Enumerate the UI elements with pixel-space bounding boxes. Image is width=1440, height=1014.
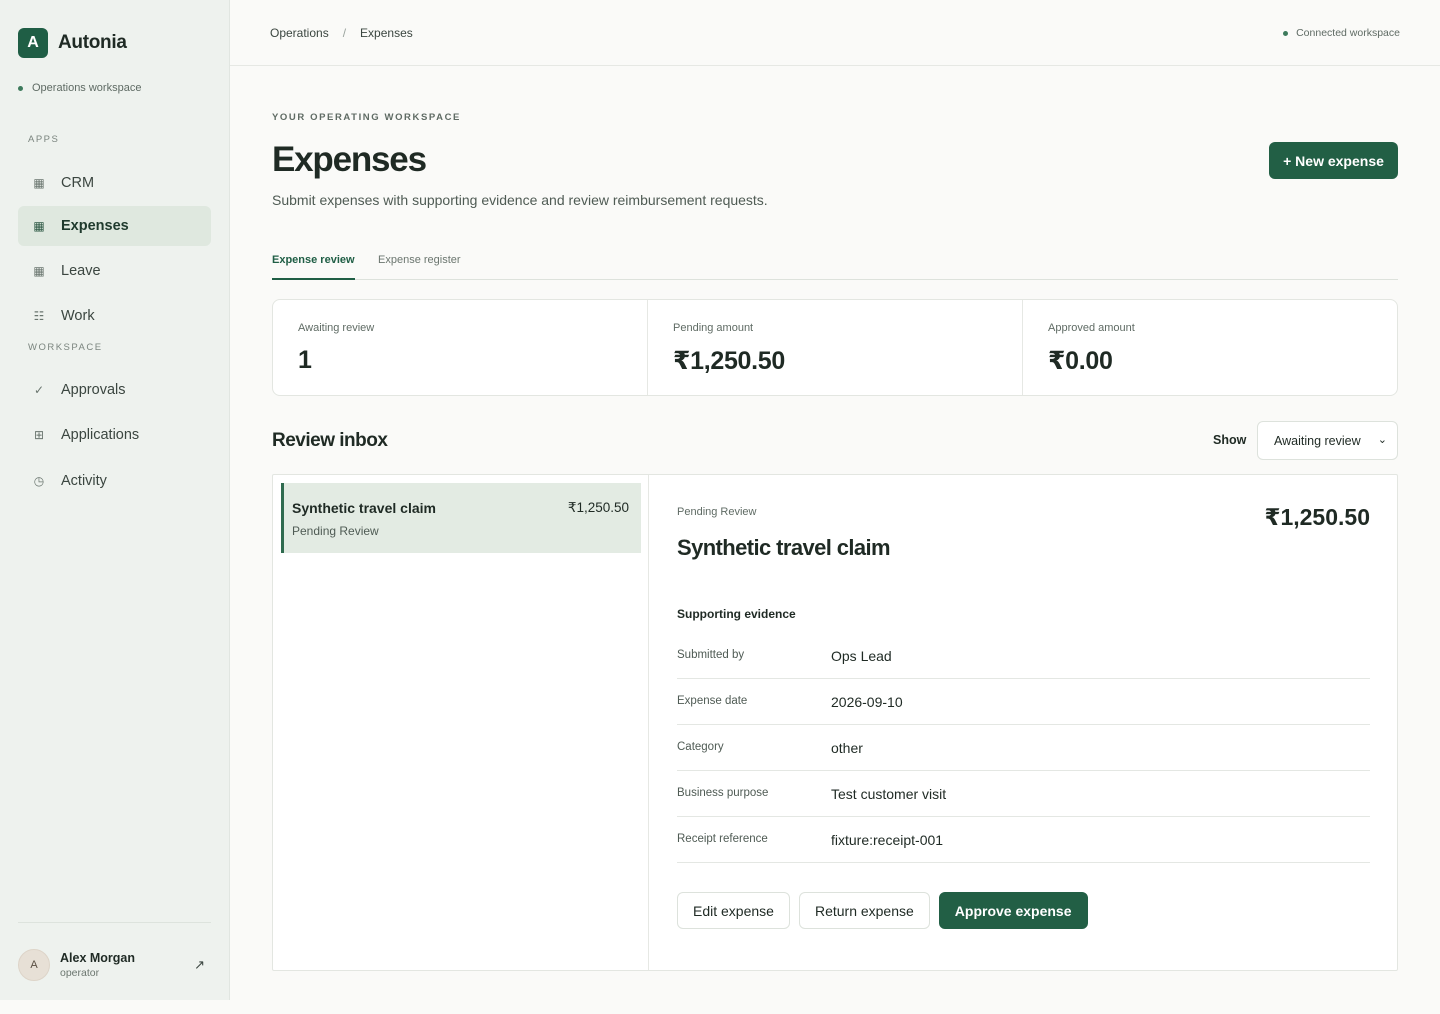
sidebar-item-label: Leave (61, 263, 101, 279)
stat-label: Approved amount (1048, 322, 1135, 334)
stats-summary: Awaiting review 1 Pending amount ₹1,250.… (272, 299, 1398, 396)
field-label: Submitted by (677, 649, 745, 661)
show-filter-select[interactable]: Awaiting review ⌄ (1257, 421, 1398, 460)
sidebar-item-expenses[interactable]: ▦ Expenses (18, 206, 211, 246)
review-inbox-panel: Synthetic travel claim ₹1,250.50 Pending… (272, 474, 1398, 971)
sidebar-item-activity[interactable]: ◷ Activity (18, 461, 211, 501)
page-subtitle: Submit expenses with supporting evidence… (272, 192, 768, 208)
sidebar-item-approvals[interactable]: ✓ Approvals (18, 370, 211, 410)
check-icon: ✓ (33, 383, 45, 397)
list-item-amount: ₹1,250.50 (567, 500, 629, 515)
workspace-indicator: Operations workspace (18, 82, 141, 94)
sidebar-item-label: Activity (61, 473, 107, 489)
user-profile[interactable]: A Alex Morgan operator ↗ (18, 948, 211, 982)
status-dot-icon (1283, 30, 1289, 36)
stat-value: 1 (298, 346, 312, 374)
detail-amount: ₹1,250.50 (1264, 504, 1370, 530)
stat-label: Pending amount (673, 322, 754, 334)
workspace-label: Operations workspace (32, 82, 142, 94)
field-category: Category other (677, 725, 1370, 771)
clock-icon: ◷ (33, 474, 45, 488)
page-eyebrow: YOUR OPERATING WORKSPACE (272, 112, 461, 123)
tab-bar: Expense review Expense register (272, 250, 1398, 280)
user-name: Alex Morgan (60, 951, 136, 965)
breadcrumb: Operations / Expenses (270, 26, 413, 40)
sidebar-item-work[interactable]: ☷ Work (18, 296, 211, 336)
review-inbox-title: Review inbox (272, 430, 388, 451)
connection-status-label: Connected workspace (1296, 27, 1400, 39)
apps-icon: ⊞ (33, 428, 45, 442)
show-filter-value: Awaiting review (1274, 433, 1361, 448)
list-item[interactable]: Synthetic travel claim ₹1,250.50 Pending… (281, 483, 641, 553)
status-dot-icon (18, 85, 23, 91)
connection-status: Connected workspace (1283, 27, 1400, 39)
grid-icon: ▦ (33, 176, 45, 190)
list-item-status: Pending Review (292, 524, 379, 538)
sidebar-item-label: Work (61, 308, 95, 324)
field-expense-date: Expense date 2026-09-10 (677, 679, 1370, 725)
page-title: Expenses (272, 140, 427, 179)
sidebar-item-label: Expenses (61, 218, 129, 234)
new-expense-button[interactable]: + New expense (1269, 142, 1398, 179)
detail-actions: Edit expense Return expense Approve expe… (677, 892, 1097, 929)
stat-label: Awaiting review (298, 322, 375, 334)
brand[interactable]: A Autonia (18, 28, 127, 58)
list-item-title: Synthetic travel claim (292, 500, 436, 516)
field-label: Business purpose (677, 787, 769, 799)
field-receipt-reference: Receipt reference fixture:receipt-001 (677, 817, 1370, 863)
user-info: Alex Morgan operator (60, 951, 135, 979)
external-link-icon[interactable]: ↗ (194, 957, 205, 973)
expense-list: Synthetic travel claim ₹1,250.50 Pending… (273, 475, 649, 970)
field-label: Receipt reference (677, 833, 768, 845)
avatar: A (18, 949, 50, 981)
topbar: Operations / Expenses Connected workspac… (230, 0, 1440, 66)
tab-expense-review[interactable]: Expense review (272, 254, 355, 280)
apps-section-label: APPS (28, 134, 60, 145)
field-value: other (831, 740, 863, 756)
breadcrumb-separator: / (342, 26, 347, 40)
tab-expense-register[interactable]: Expense register (378, 254, 461, 280)
sidebar-item-crm[interactable]: ▦ CRM (18, 163, 211, 203)
brand-logo: A (18, 28, 48, 58)
breadcrumb-expenses: Expenses (360, 26, 413, 40)
supporting-evidence-heading: Supporting evidence (677, 607, 796, 621)
user-role: operator (60, 967, 100, 979)
sidebar-item-leave[interactable]: ▦ Leave (18, 251, 211, 291)
sidebar-divider (18, 922, 211, 923)
brand-name: Autonia (58, 32, 127, 53)
sidebar-item-label: Applications (61, 427, 140, 443)
sidebar-item-label: CRM (61, 175, 95, 191)
field-label: Category (677, 741, 724, 753)
field-value: Test customer visit (831, 786, 947, 802)
field-label: Expense date (677, 695, 748, 707)
grid-icon: ▦ (33, 219, 45, 233)
list-icon: ☷ (33, 309, 45, 323)
sidebar-item-applications[interactable]: ⊞ Applications (18, 415, 211, 455)
detail-title: Synthetic travel claim (677, 535, 891, 560)
sidebar-item-label: Approvals (61, 382, 126, 398)
approve-expense-button[interactable]: Approve expense (938, 892, 1088, 929)
field-value: 2026-09-10 (831, 694, 903, 710)
detail-status: Pending Review (677, 506, 757, 518)
return-expense-button[interactable]: Return expense (798, 892, 930, 929)
workspace-section-label: WORKSPACE (28, 342, 103, 353)
stat-value: ₹0.00 (1048, 347, 1113, 375)
stat-pending-amount: Pending amount ₹1,250.50 (648, 300, 1023, 395)
stat-approved-amount: Approved amount ₹0.00 (1023, 300, 1397, 395)
chevron-down-icon: ⌄ (1377, 434, 1387, 446)
edit-expense-button[interactable]: Edit expense (677, 892, 790, 929)
field-value: Ops Lead (831, 648, 892, 664)
expense-detail: Pending Review Synthetic travel claim ₹1… (677, 475, 1370, 970)
stat-value: ₹1,250.50 (673, 347, 786, 375)
breadcrumb-operations[interactable]: Operations (270, 26, 329, 40)
field-business-purpose: Business purpose Test customer visit (677, 771, 1370, 817)
stat-awaiting-review: Awaiting review 1 (273, 300, 648, 395)
grid-icon: ▦ (33, 264, 45, 278)
evidence-fields: Submitted by Ops Lead Expense date 2026-… (677, 633, 1370, 863)
field-value: fixture:receipt-001 (831, 832, 944, 848)
field-submitted-by: Submitted by Ops Lead (677, 633, 1370, 679)
sidebar: A Autonia Operations workspace APPS ▦ CR… (0, 0, 230, 1000)
show-filter-label: Show (1213, 433, 1247, 447)
